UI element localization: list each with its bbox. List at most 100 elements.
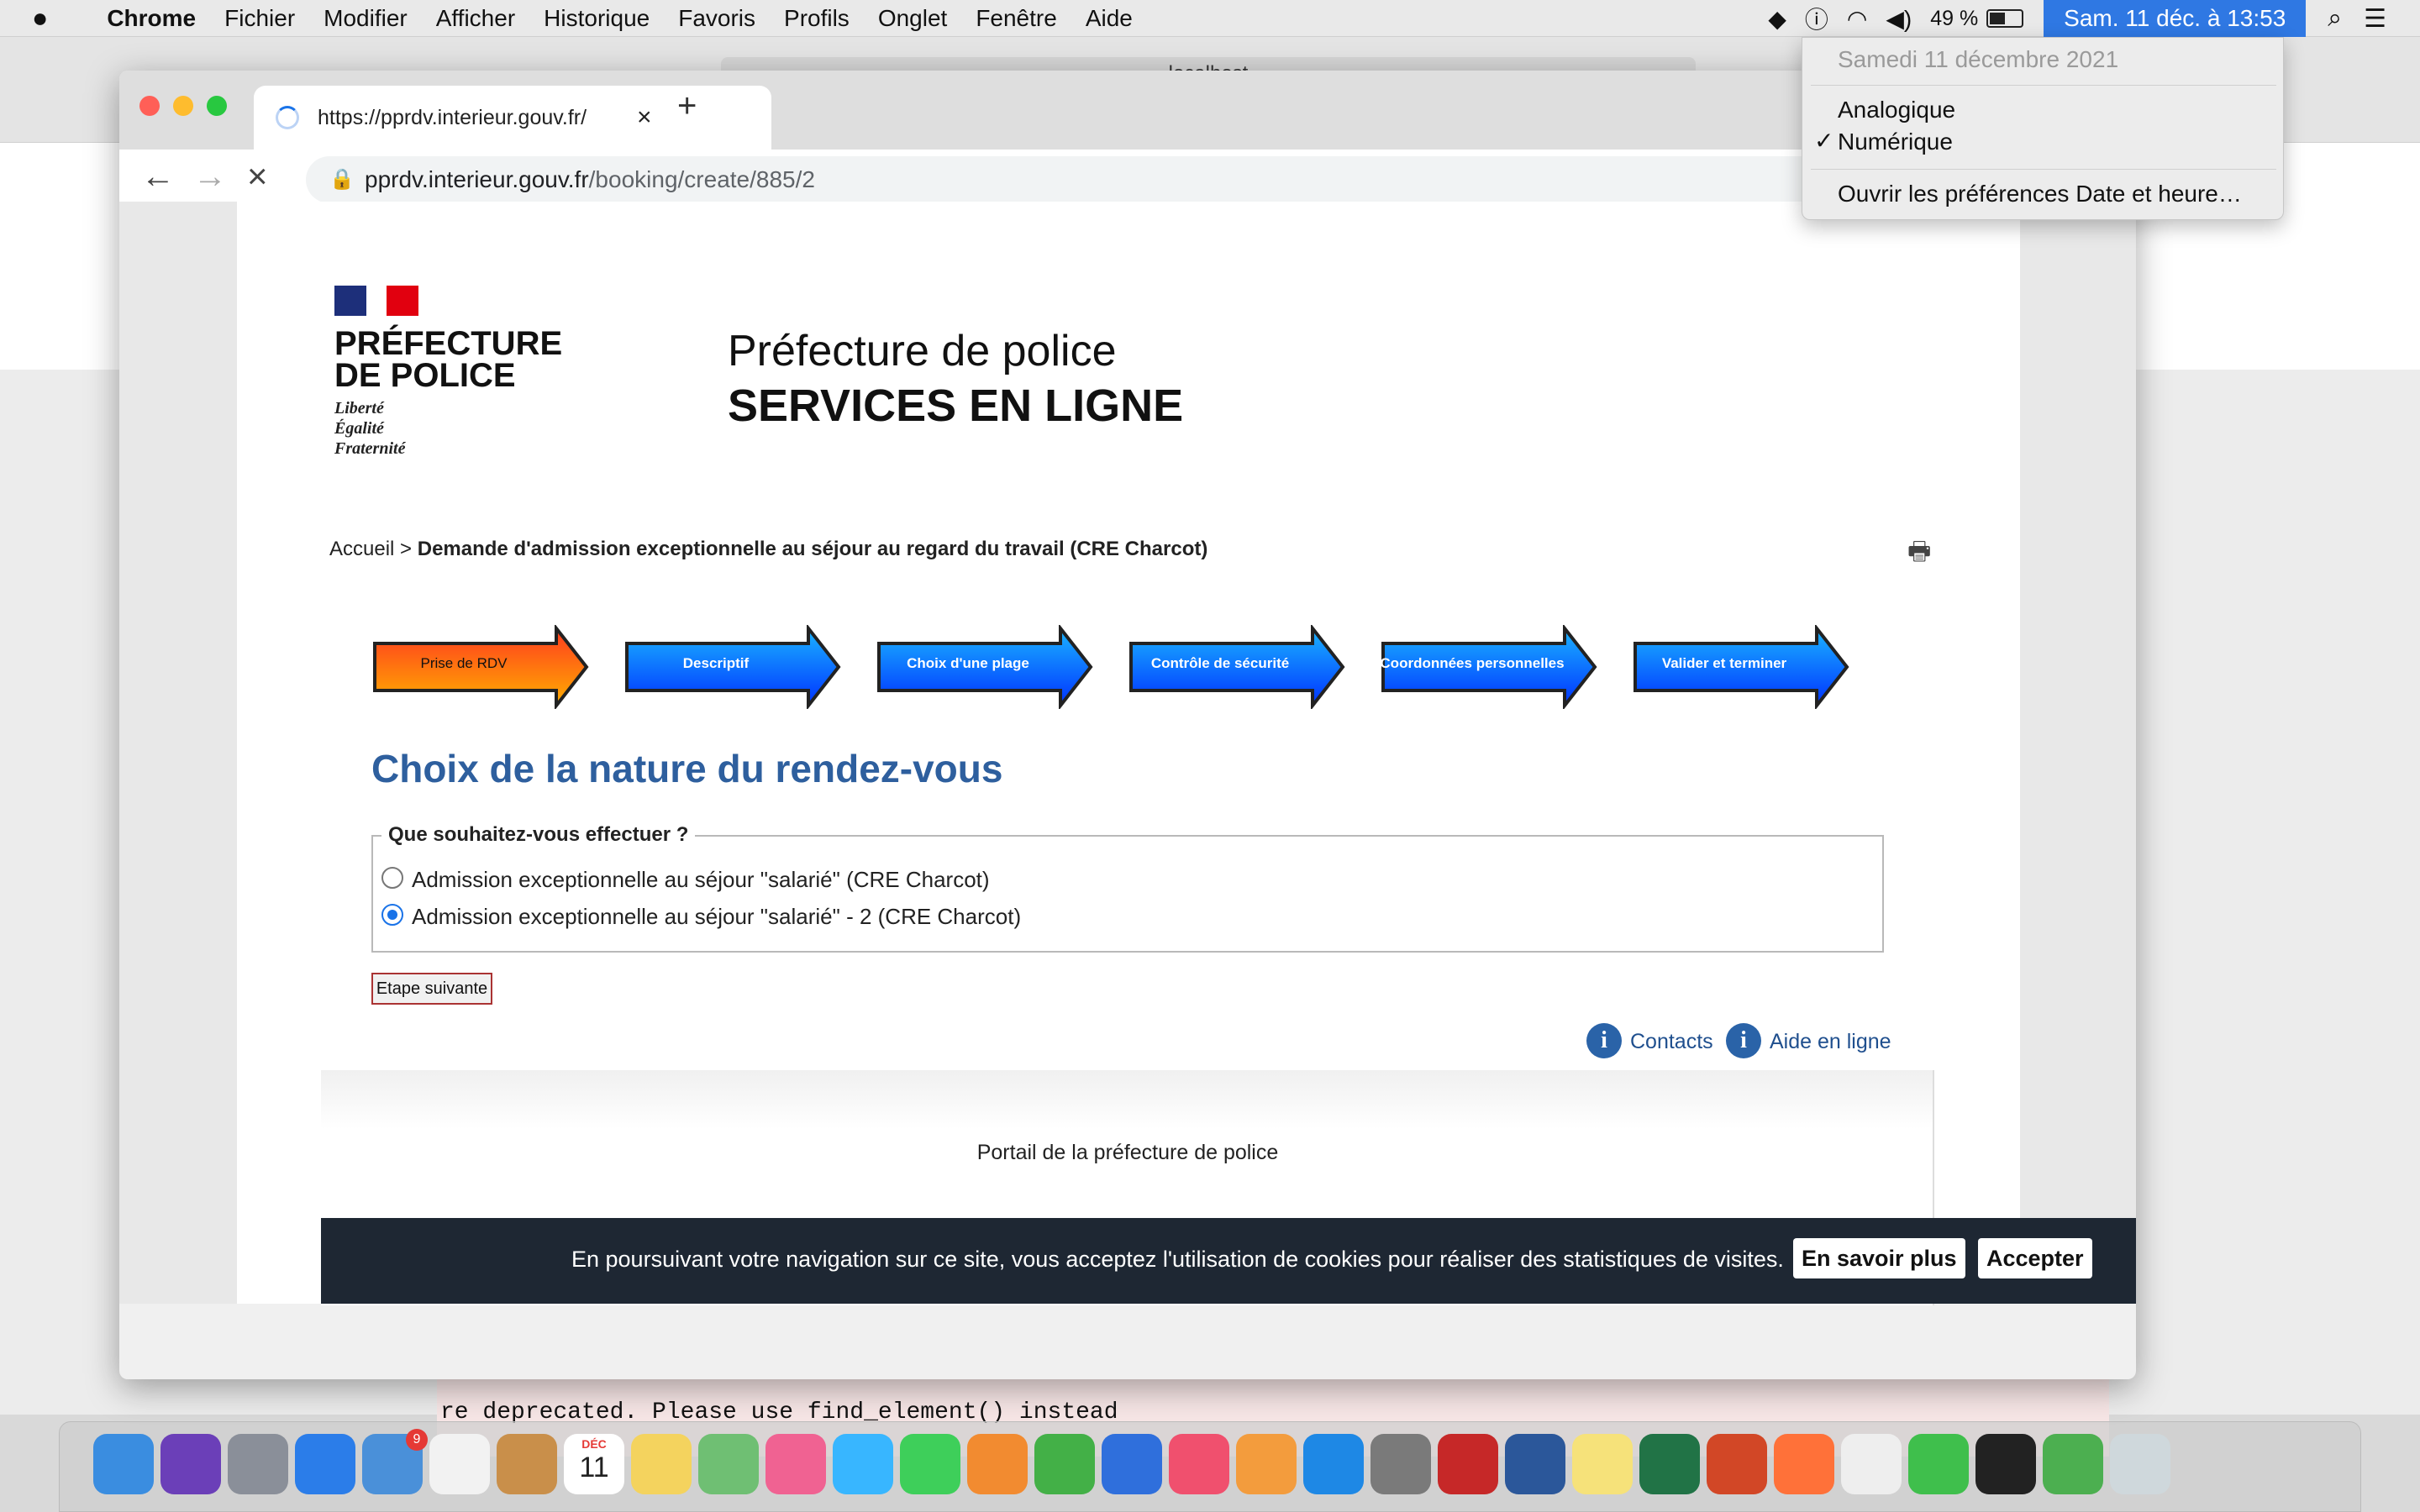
print-icon[interactable]: 🖶 xyxy=(1907,533,1931,575)
numbers-icon[interactable] xyxy=(1034,1434,1095,1494)
cookie-banner: En poursuivant votre navigation sur ce s… xyxy=(321,1218,2136,1304)
step-choix-plage: Choix d'une plage xyxy=(876,623,1094,711)
dropbox-icon[interactable]: ◆ xyxy=(1768,5,1786,33)
notes-icon[interactable] xyxy=(631,1434,692,1494)
volume-icon[interactable]: ◀) xyxy=(1886,5,1912,33)
choice-fieldset xyxy=(371,835,1884,953)
footer-text[interactable]: Portail de la préfecture de police xyxy=(321,1141,1934,1165)
reminders-icon[interactable] xyxy=(429,1434,490,1494)
next-step-button[interactable]: Etape suivante xyxy=(371,973,492,1005)
textedit-icon[interactable] xyxy=(1841,1434,1902,1494)
help-link[interactable]: Aide en ligne xyxy=(1770,1030,1891,1054)
clock-menu-preferences[interactable]: Ouvrir les préférences Date et heure… xyxy=(1838,181,2242,207)
menu-aide[interactable]: Aide xyxy=(1086,5,1133,32)
word-icon[interactable] xyxy=(1505,1434,1565,1494)
radio-option-2[interactable] xyxy=(381,904,403,926)
stickies-icon[interactable] xyxy=(1572,1434,1633,1494)
maps-icon[interactable] xyxy=(698,1434,759,1494)
calendar-icon[interactable]: DÉC 11 xyxy=(564,1434,624,1494)
logo-motto-3: Fraternité xyxy=(334,439,406,458)
zoom-window-button[interactable] xyxy=(207,96,227,116)
status-area: ◆ ⓘ ◠ ◀) 49 % Sam. 11 déc. à 13:53 ⌕ ☰ xyxy=(1768,0,2420,37)
step-label: Choix d'une plage xyxy=(907,655,1029,671)
finder-icon[interactable] xyxy=(93,1434,154,1494)
clock-dropdown-menu: Samedi 11 décembre 2021 Analogique ✓ Num… xyxy=(1802,37,2284,220)
radio-label-1[interactable]: Admission exceptionnelle au séjour "sala… xyxy=(412,867,990,893)
apple-icon[interactable]: ● xyxy=(32,3,48,34)
pages-icon[interactable] xyxy=(967,1434,1028,1494)
prefecture-logo[interactable]: PRÉFECTURE DE POLICE Liberté Égalité Fra… xyxy=(334,286,562,459)
system-preferences-icon[interactable] xyxy=(1370,1434,1431,1494)
photos-icon[interactable] xyxy=(765,1434,826,1494)
messages-icon[interactable] xyxy=(833,1434,893,1494)
dock: 9 DÉC 11 xyxy=(59,1421,2361,1512)
cookie-accept-button[interactable]: Accepter xyxy=(1978,1238,2092,1278)
music-icon[interactable] xyxy=(1169,1434,1229,1494)
menu-favoris[interactable]: Favoris xyxy=(678,5,755,32)
books-icon[interactable] xyxy=(1236,1434,1297,1494)
app-store-icon[interactable] xyxy=(1303,1434,1364,1494)
battery-percent[interactable]: 49 % xyxy=(1930,7,1978,31)
battery-icon[interactable] xyxy=(1986,9,2024,28)
radio-label-2[interactable]: Admission exceptionnelle au séjour "sala… xyxy=(412,904,1021,930)
back-icon[interactable]: ← xyxy=(141,158,175,196)
powerpoint-icon[interactable] xyxy=(1707,1434,1767,1494)
siri-icon[interactable] xyxy=(160,1434,221,1494)
menu-app-name[interactable]: Chrome xyxy=(107,5,196,32)
wifi-icon[interactable]: ◠ xyxy=(1847,5,1867,33)
trash-icon[interactable] xyxy=(2110,1434,2170,1494)
step-label: Descriptif xyxy=(682,655,750,671)
menu-profils[interactable]: Profils xyxy=(784,5,850,32)
stop-loading-icon[interactable]: × xyxy=(247,156,268,197)
contacts-icon[interactable] xyxy=(497,1434,557,1494)
safari-icon[interactable] xyxy=(295,1434,355,1494)
close-window-button[interactable] xyxy=(139,96,160,116)
zotero-icon[interactable] xyxy=(1438,1434,1498,1494)
spotlight-icon[interactable]: ⌕ xyxy=(2328,4,2342,33)
menu-onglet[interactable]: Onglet xyxy=(878,5,948,32)
menu-modifier[interactable]: Modifier xyxy=(324,5,408,32)
menu-fenetre[interactable]: Fenêtre xyxy=(976,5,1057,32)
step-descriptif: Descriptif xyxy=(623,623,842,711)
clock-menu-digital[interactable]: Numérique xyxy=(1838,129,1953,155)
excel-icon[interactable] xyxy=(1639,1434,1700,1494)
menu-bar: ● Chrome Fichier Modifier Afficher Histo… xyxy=(0,0,2420,37)
terminal-icon[interactable] xyxy=(1975,1434,2036,1494)
minimize-window-button[interactable] xyxy=(173,96,193,116)
menu-clock[interactable]: Sam. 11 déc. à 13:53 xyxy=(2044,0,2307,37)
firefox-icon[interactable] xyxy=(1774,1434,1834,1494)
step-coordonnees: Coordonnées personnelles xyxy=(1380,623,1598,711)
radio-option-1[interactable] xyxy=(381,867,403,889)
step-prise-de-rdv: Prise de RDV xyxy=(371,623,590,711)
clock-menu-analog[interactable]: Analogique xyxy=(1838,97,1955,123)
cookie-message: En poursuivant votre navigation sur ce s… xyxy=(571,1247,1784,1272)
breadcrumb-home[interactable]: Accueil xyxy=(329,538,394,560)
launchpad-icon[interactable] xyxy=(228,1434,288,1494)
url-path: /booking/create/885/2 xyxy=(588,166,815,192)
clock-menu-date: Samedi 11 décembre 2021 xyxy=(1838,46,2119,72)
mail-icon[interactable]: 9 xyxy=(362,1429,428,1494)
control-center-icon[interactable]: ☰ xyxy=(2364,4,2386,34)
menu-separator xyxy=(1811,85,2276,86)
new-tab-button[interactable]: + xyxy=(677,87,697,125)
chrome-icon[interactable] xyxy=(2043,1434,2103,1494)
green-ring-icon[interactable] xyxy=(1908,1434,1969,1494)
menu-afficher[interactable]: Afficher xyxy=(436,5,515,32)
contacts-info-icon[interactable]: i xyxy=(1586,1023,1622,1058)
logo-motto-1: Liberté xyxy=(334,399,384,417)
breadcrumb-separator: > xyxy=(400,538,413,560)
forward-icon[interactable]: → xyxy=(193,158,227,196)
logo-line2: DE POLICE xyxy=(334,357,516,394)
step-label: Valider et terminer xyxy=(1661,655,1787,671)
tab-close-icon[interactable]: × xyxy=(637,103,652,132)
lock-icon[interactable]: 🔒 xyxy=(329,156,355,203)
facetime-icon[interactable] xyxy=(900,1434,960,1494)
help-info-icon[interactable]: i xyxy=(1726,1023,1761,1058)
menu-fichier[interactable]: Fichier xyxy=(224,5,295,32)
menu-historique[interactable]: Historique xyxy=(544,5,650,32)
header-subtitle: SERVICES EN LIGNE xyxy=(728,381,1184,431)
alert-icon[interactable]: ⓘ xyxy=(1805,2,1828,35)
contacts-link[interactable]: Contacts xyxy=(1630,1030,1713,1054)
cookie-more-button[interactable]: En savoir plus xyxy=(1793,1238,1965,1278)
keynote-icon[interactable] xyxy=(1102,1434,1162,1494)
